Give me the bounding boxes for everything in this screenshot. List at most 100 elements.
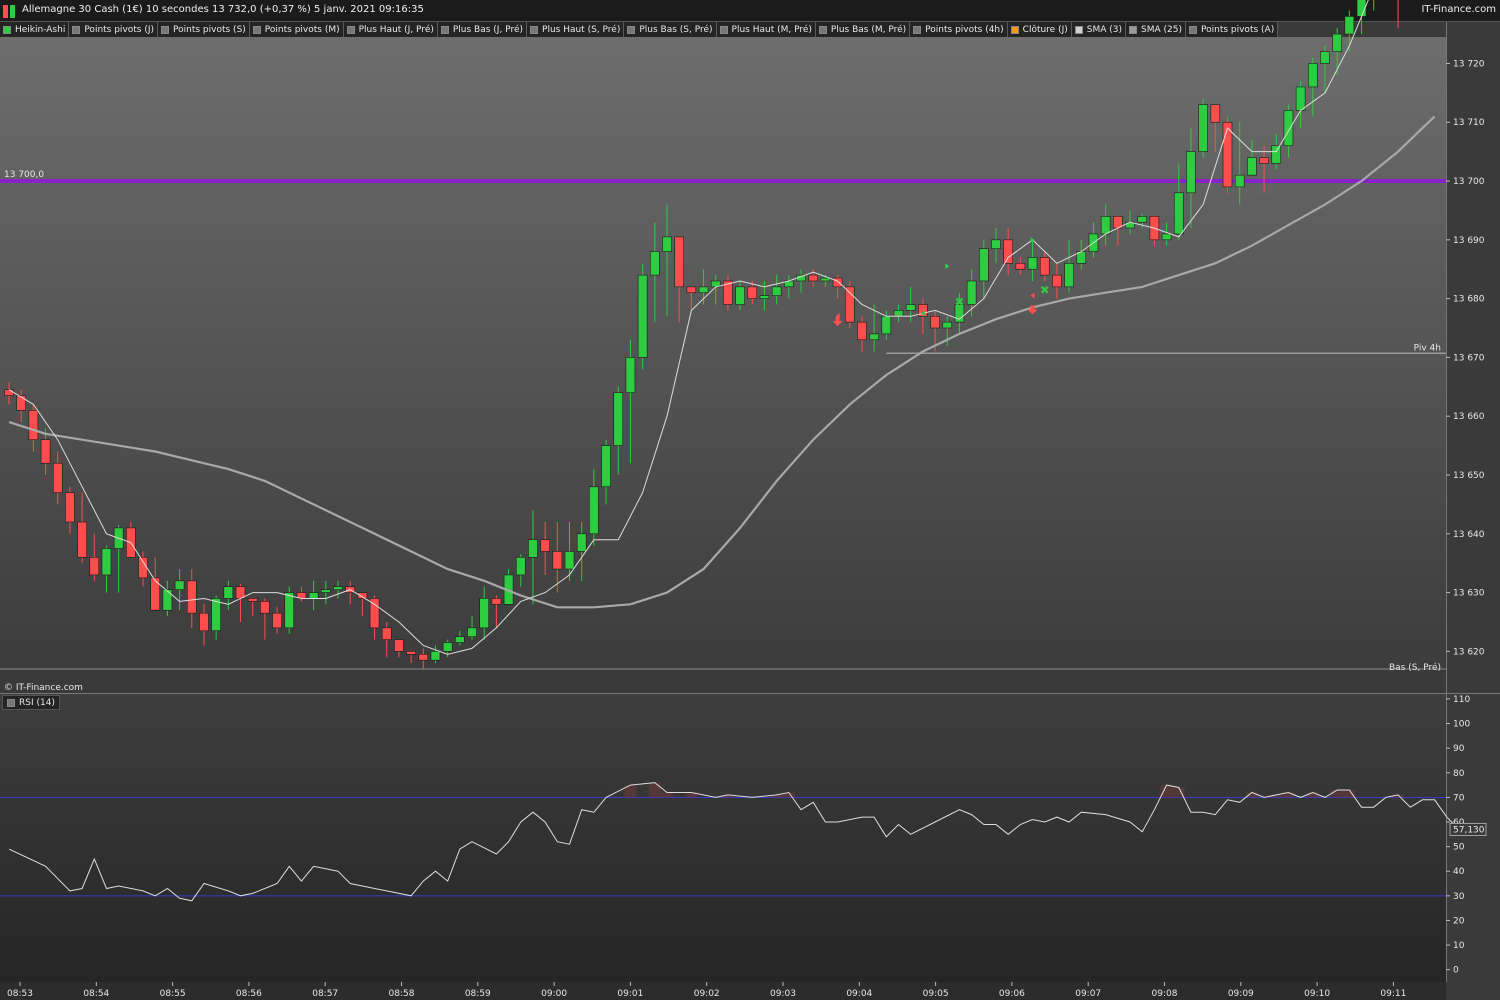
candle-body	[333, 586, 343, 590]
rsi-y-tick-label: 30	[1453, 892, 1465, 902]
candle-body	[1247, 157, 1257, 176]
candle-body	[1052, 274, 1062, 288]
x-tick-label: 09:00	[541, 989, 567, 999]
candle-body	[272, 612, 282, 629]
candle-body	[1259, 157, 1269, 164]
rsi-y-tick-label: 40	[1453, 867, 1465, 877]
candle-body	[1210, 104, 1221, 123]
y-tick-label: 13 710	[1453, 118, 1485, 128]
candle-body	[576, 533, 587, 552]
candle[interactable]	[844, 280, 855, 329]
candle-body	[930, 315, 940, 329]
rsi-legend-label: RSI (14)	[19, 697, 55, 708]
candle-body	[1173, 192, 1184, 235]
candle-body	[1332, 33, 1342, 52]
rsi-swatch-icon	[7, 698, 15, 707]
rsi-overbought-fill	[1306, 792, 1319, 798]
candle-body	[1344, 16, 1355, 35]
rsi-y-tick-label: 0	[1453, 966, 1459, 976]
candle-body	[735, 286, 745, 305]
candle-body	[552, 551, 563, 570]
x-tick-label: 09:05	[923, 989, 949, 999]
rsi-y-tick-label: 50	[1453, 843, 1465, 853]
rsi-y-tick-label: 90	[1453, 744, 1465, 754]
candle-body	[89, 556, 100, 576]
candle-body	[150, 577, 161, 611]
candle-body	[101, 548, 112, 576]
candle-body	[662, 236, 672, 252]
candle-body	[65, 492, 75, 523]
candle-body	[455, 636, 465, 643]
price-chart[interactable]: 13 700,0 Piv 4h Bas (S, Pré) 13 620 13 630 1…	[0, 0, 1500, 1000]
y-tick-label: 13 720	[1453, 59, 1485, 69]
candle-body	[430, 651, 441, 661]
candle-body	[247, 598, 258, 602]
y-tick-label: 13 660	[1453, 412, 1485, 422]
candle[interactable]	[1198, 98, 1208, 158]
candle-body	[16, 395, 26, 411]
rsi-last-value: 57,130	[1453, 825, 1485, 835]
candle-body	[1271, 145, 1282, 164]
candle-body	[771, 286, 782, 296]
y-tick-label: 13 630	[1453, 589, 1485, 599]
candle-body	[1015, 263, 1026, 270]
candle-body	[601, 445, 611, 488]
level-label: Bas (S, Pré)	[1389, 662, 1441, 673]
candle-body	[1283, 110, 1294, 147]
candle[interactable]	[284, 586, 295, 634]
candle-body	[199, 612, 209, 632]
y-tick-label: 13 700	[1453, 177, 1485, 187]
candle-body	[442, 642, 453, 652]
candle-body	[260, 601, 270, 614]
candle[interactable]	[637, 263, 648, 370]
rsi-y-tick-label: 20	[1453, 916, 1465, 926]
candle-body	[394, 639, 404, 652]
candle-body	[747, 286, 758, 299]
candle-body	[418, 654, 429, 661]
rsi-legend-item[interactable]: RSI (14)	[2, 695, 60, 710]
candle-body	[162, 589, 173, 611]
candle-body	[759, 295, 770, 299]
candle-body	[625, 357, 636, 393]
candle-body	[40, 439, 51, 464]
candle-body	[893, 310, 904, 317]
candle-body	[869, 333, 879, 341]
candle-body	[174, 580, 185, 590]
candle-body	[991, 239, 1001, 249]
candle-body	[966, 280, 977, 305]
x-tick-label: 09:07	[1075, 989, 1101, 999]
x-tick-label: 09:11	[1380, 989, 1406, 999]
candle-body	[564, 551, 575, 570]
rsi-overbought-fill	[1245, 792, 1258, 798]
candle-body	[77, 521, 87, 558]
candle-body	[1100, 216, 1111, 235]
x-tick-label: 08:58	[389, 989, 415, 999]
y-tick-label: 13 690	[1453, 236, 1485, 246]
y-tick-label: 13 640	[1453, 530, 1485, 540]
candle-body	[820, 277, 831, 282]
candle-body	[52, 462, 63, 493]
candle[interactable]	[1369, 0, 1378, 11]
candle-body	[808, 274, 819, 282]
x-tick-label: 08:57	[312, 989, 338, 999]
y-axis-panel	[1446, 22, 1500, 1000]
candle-body	[4, 389, 14, 396]
pivot-label: Piv 4h	[1414, 343, 1441, 353]
candle-body	[1222, 121, 1233, 188]
candle-body	[321, 589, 331, 593]
candle-body	[467, 627, 477, 637]
candle-body	[540, 539, 550, 552]
candle-body	[1039, 257, 1050, 276]
candle-body	[515, 556, 526, 576]
rsi-overbought-fill	[1331, 790, 1344, 798]
candle-body	[406, 651, 416, 655]
x-tick-label: 09:10	[1304, 989, 1330, 999]
candle-body	[138, 556, 148, 579]
x-tick-label: 09:04	[846, 989, 872, 999]
candle-body	[1234, 174, 1245, 188]
level-label: 13 700,0	[4, 170, 44, 180]
x-tick-label: 08:59	[465, 989, 491, 999]
rsi-plot-area	[0, 694, 1446, 982]
candle[interactable]	[1394, 0, 1403, 29]
candle-body	[284, 592, 295, 629]
